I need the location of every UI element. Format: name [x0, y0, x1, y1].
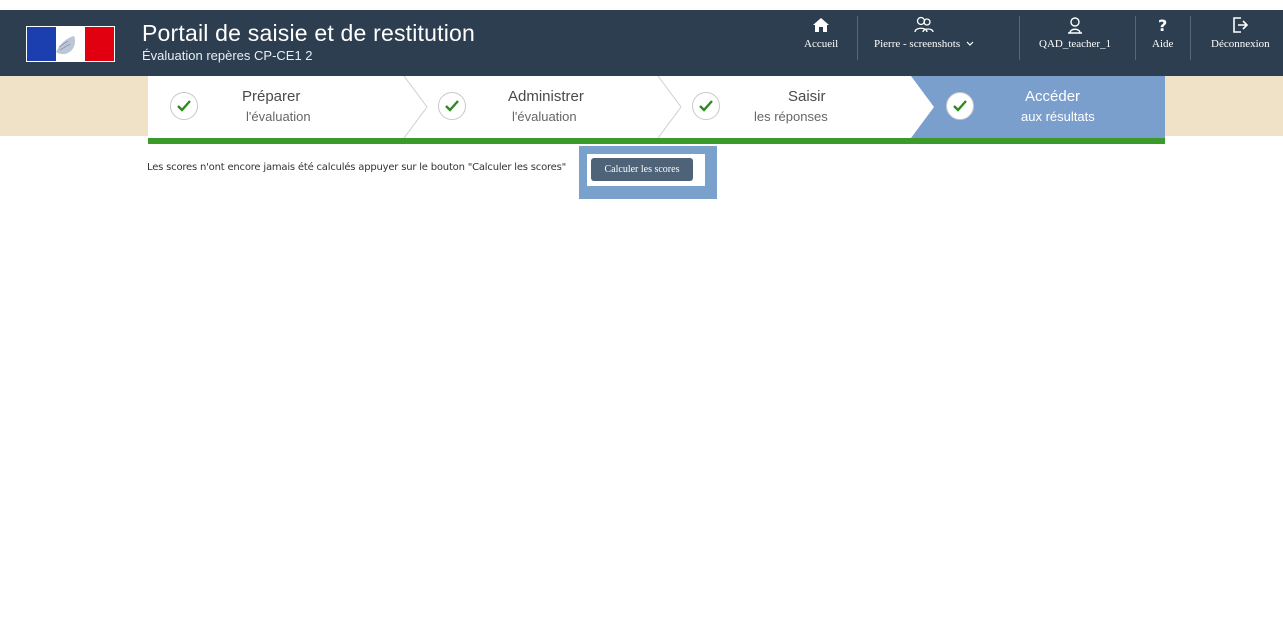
check-icon — [170, 92, 198, 120]
nav-home-label: Accueil — [804, 38, 839, 50]
nav-help-label: Aide — [1152, 38, 1174, 50]
teachers-icon — [913, 14, 935, 36]
nav-divider — [857, 16, 858, 60]
help-icon: ? — [1158, 15, 1168, 35]
check-icon — [692, 92, 720, 120]
app-subtitle: Évaluation repères CP-CE1 2 — [142, 48, 313, 63]
check-icon — [438, 92, 466, 120]
step-title: Administrer — [508, 88, 584, 105]
step-title: Préparer — [242, 88, 301, 105]
step-subtitle: l'évaluation — [512, 109, 577, 124]
check-icon — [946, 92, 974, 120]
nav-user-select[interactable]: Pierre - screenshots — [874, 14, 974, 54]
title-block: Portail de saisie et de restitution Éval… — [142, 20, 475, 64]
nav-account[interactable]: QAD_teacher_1 — [1039, 14, 1111, 54]
step-preparer[interactable]: Préparer l'évaluation — [148, 76, 404, 138]
scores-message: Les scores n'ont encore jamais été calcu… — [147, 162, 567, 173]
nav-logout-label: Déconnexion — [1211, 38, 1270, 50]
user-icon — [1066, 14, 1084, 36]
chevron-down-icon — [966, 38, 974, 50]
nav-divider — [1019, 16, 1020, 60]
republique-francaise-logo[interactable] — [26, 26, 115, 62]
nav-user-select-label: Pierre - screenshots — [874, 38, 961, 50]
nav-account-label: QAD_teacher_1 — [1039, 38, 1112, 50]
logout-icon — [1232, 14, 1249, 36]
step-administrer[interactable]: Administrer l'évaluation — [404, 76, 658, 138]
step-subtitle: aux résultats — [1021, 109, 1095, 124]
step-subtitle: les réponses — [754, 109, 828, 124]
step-title: Accéder — [1025, 88, 1081, 105]
app-title: Portail de saisie et de restitution — [142, 20, 476, 46]
nav-help[interactable]: ? Aide — [1152, 14, 1173, 54]
step-saisir[interactable]: Saisir les réponses — [658, 76, 912, 138]
step-title: Saisir — [788, 88, 826, 105]
step-subtitle: l'évaluation — [246, 109, 311, 124]
nav-divider — [1190, 16, 1191, 60]
nav-home[interactable]: Accueil — [804, 14, 838, 54]
step-acceder[interactable]: Accéder aux résultats — [912, 76, 1165, 138]
calculate-scores-button[interactable]: Calculer les scores — [591, 158, 693, 181]
home-icon — [812, 14, 830, 36]
nav-divider — [1135, 16, 1136, 60]
nav-logout[interactable]: Déconnexion — [1211, 14, 1270, 54]
progress-bar — [148, 138, 1165, 144]
